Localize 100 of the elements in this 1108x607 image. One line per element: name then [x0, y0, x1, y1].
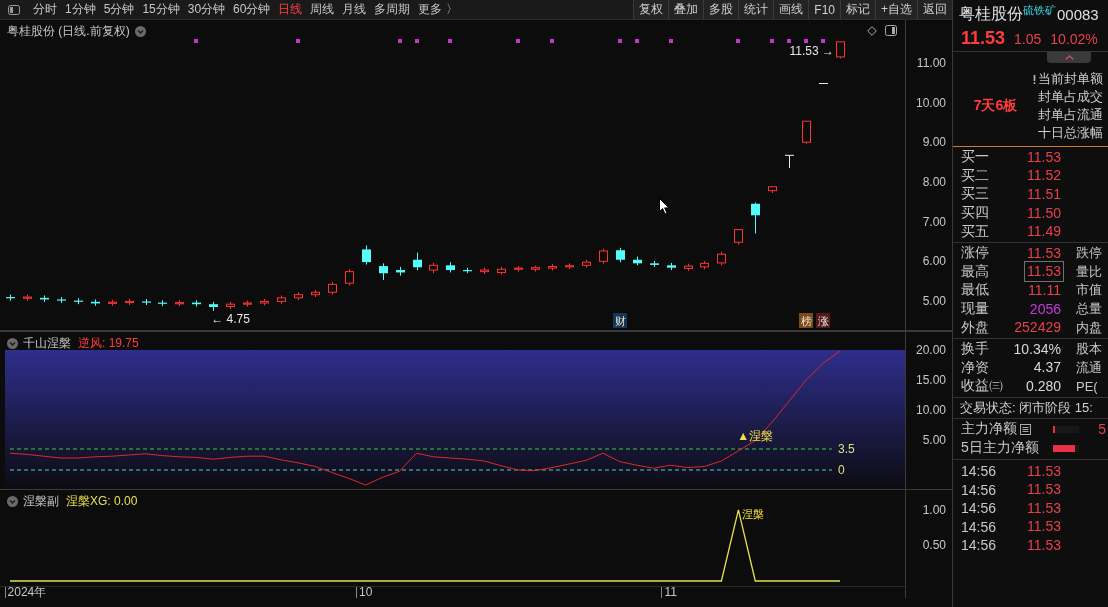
- candle: [74, 297, 83, 305]
- list-icon[interactable]: [1020, 423, 1031, 435]
- candle: [480, 267, 489, 275]
- period-tab[interactable]: 15分钟: [142, 1, 180, 18]
- candle: [734, 229, 743, 246]
- axis-label: 5.00: [922, 433, 946, 447]
- candle: [23, 294, 32, 302]
- candle: [717, 251, 726, 266]
- candle: [802, 120, 811, 145]
- seal-label: 当前封单额: [1038, 70, 1103, 88]
- axis-label: 5.00: [922, 294, 946, 308]
- stat-label: 市值: [1076, 281, 1103, 300]
- event-tag[interactable]: 涨: [816, 313, 830, 328]
- candle: [40, 294, 49, 303]
- period-tab[interactable]: 周线: [310, 1, 335, 18]
- axis-label: 7.00: [922, 214, 946, 229]
- axis-label: 10.00: [915, 403, 946, 417]
- candle: [396, 266, 405, 277]
- period-tab[interactable]: 多周期: [374, 1, 411, 18]
- candle: [768, 186, 777, 194]
- bid-label: 买三: [961, 185, 990, 204]
- stat-value: 0.280: [1024, 377, 1062, 395]
- period-tab[interactable]: 月线: [342, 1, 367, 18]
- candle: [650, 260, 659, 268]
- last-price: 11.53: [961, 28, 1006, 49]
- candle: [277, 294, 286, 305]
- candle: [582, 259, 591, 269]
- candle: [379, 262, 388, 281]
- tick-price: 11.53: [1026, 481, 1062, 499]
- stat-label: 股本: [1076, 340, 1103, 359]
- toolbar-button[interactable]: 多股: [703, 0, 739, 19]
- candle: [226, 301, 235, 310]
- panel-toggle-icon[interactable]: [885, 25, 897, 36]
- axis-label: 9.00: [922, 135, 946, 150]
- price-annotation: 11.53 →: [789, 43, 834, 58]
- signal-label: ▲涅槃: [737, 429, 774, 443]
- candle: [836, 41, 845, 59]
- period-tab[interactable]: 30分钟: [187, 1, 226, 18]
- stock-code: 00083: [1057, 5, 1099, 23]
- tick-price: 11.53: [1026, 518, 1062, 536]
- indicator-reading: 涅槃XG: 0.00: [66, 493, 138, 510]
- bid-label: 买四: [961, 204, 990, 223]
- axis-label: 6.00: [922, 254, 946, 269]
- candle: [294, 291, 303, 301]
- diamond-icon[interactable]: [867, 25, 877, 36]
- collapse-handle[interactable]: [1047, 52, 1091, 63]
- trade-status: 交易状态: 闭市阶段 15:: [960, 398, 1093, 417]
- axis-label: 15.00: [915, 373, 946, 387]
- toolbar-button[interactable]: 统计: [738, 0, 774, 19]
- toolbar-button[interactable]: 返回: [917, 0, 952, 19]
- event-tag[interactable]: 财: [613, 313, 627, 328]
- period-tab[interactable]: 1分钟: [65, 1, 96, 18]
- chevron-circle-icon[interactable]: [7, 338, 18, 349]
- tick-time: 14:56: [961, 500, 998, 517]
- stat-label: 内盘: [1076, 318, 1103, 337]
- stat-label: 现量: [961, 300, 990, 319]
- tick-time: 14:56: [961, 537, 998, 554]
- chevron-circle-icon[interactable]: [134, 26, 146, 37]
- event-tag[interactable]: 榜: [799, 313, 813, 328]
- tick-price: 11.53: [1026, 499, 1062, 517]
- toolbar-button[interactable]: 画线: [773, 0, 809, 19]
- bid-price: 11.53: [1026, 148, 1062, 166]
- candle: [260, 298, 269, 306]
- candle: [684, 263, 693, 272]
- candle: [125, 298, 134, 306]
- axis-label: 11.00: [916, 55, 946, 70]
- stat-label: 收益㈢: [961, 377, 1004, 396]
- stat-value: 11.11: [1027, 281, 1062, 299]
- candle: [667, 262, 676, 271]
- candle: [616, 247, 625, 263]
- candle: [108, 299, 117, 307]
- date-label: 11: [664, 585, 677, 598]
- mouse-pointer-icon: [659, 198, 670, 215]
- sidebar-toggle-icon[interactable]: [8, 4, 20, 15]
- period-tab[interactable]: 5分钟: [103, 1, 135, 18]
- candle: [751, 202, 760, 235]
- toolbar-button[interactable]: F10: [808, 0, 840, 19]
- candle: [91, 298, 100, 307]
- candle: [328, 281, 337, 296]
- flow-label: 5日主力净额: [961, 439, 1039, 458]
- sector-tag[interactable]: 硫铁矿: [1023, 3, 1056, 18]
- stat-label: 换手: [961, 340, 990, 359]
- candle: [700, 260, 709, 270]
- toolbar-button[interactable]: 叠加: [668, 0, 704, 19]
- toolbar-button[interactable]: +自选: [875, 0, 917, 19]
- reference-label: 3.5: [838, 442, 855, 456]
- candle: [565, 262, 574, 270]
- period-tab[interactable]: 更多 〉: [418, 1, 458, 18]
- toolbar-button[interactable]: 标记: [840, 0, 875, 19]
- axis-label: 1.00: [922, 502, 946, 517]
- chevron-circle-icon[interactable]: [7, 496, 18, 507]
- stock-name: 粤桂股份: [959, 3, 1023, 24]
- tick-price: 11.53: [1026, 462, 1062, 480]
- toolbar-button[interactable]: 复权: [633, 0, 669, 19]
- flow-value: 5: [1098, 421, 1107, 438]
- period-tab[interactable]: 60分钟: [233, 1, 271, 18]
- date-label: 10: [359, 585, 373, 598]
- period-tab[interactable]: 日线: [278, 1, 303, 18]
- period-tab[interactable]: 分时: [33, 1, 57, 18]
- seal-label: 封单占成交: [1038, 88, 1103, 106]
